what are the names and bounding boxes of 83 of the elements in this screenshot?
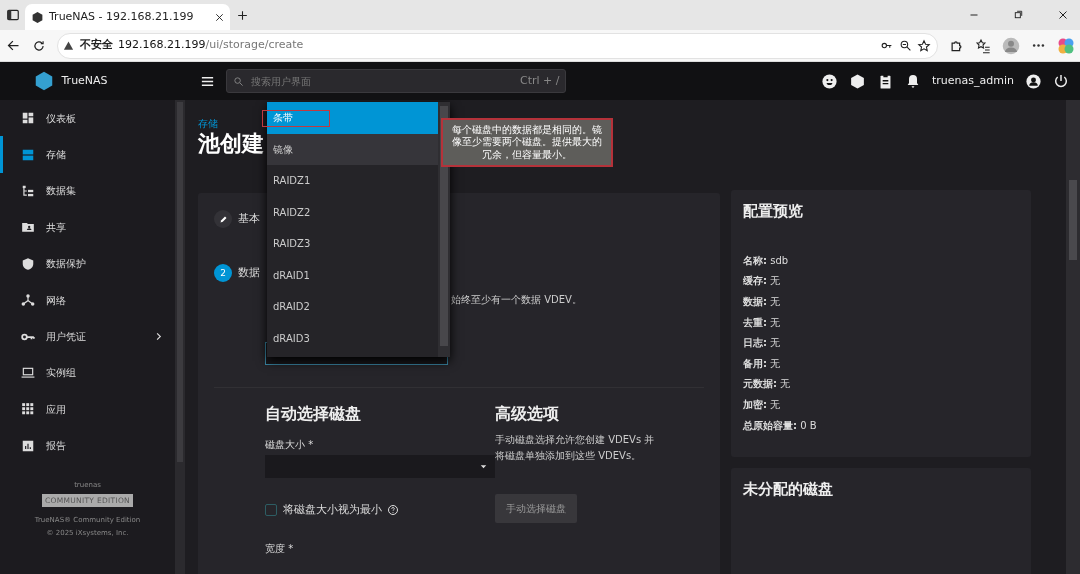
sidebar-item[interactable]: 用户凭证: [0, 318, 175, 355]
bell-icon[interactable]: [905, 73, 921, 89]
sidebar-item[interactable]: 仪表板: [0, 100, 175, 137]
dropdown-option[interactable]: 镜像: [267, 133, 438, 165]
section-title: 高级选项: [495, 403, 560, 426]
card-title: 配置预览: [743, 201, 804, 223]
dropdown-option[interactable]: RAIDZ3: [267, 228, 438, 260]
breadcrumb-link[interactable]: 存储: [198, 116, 218, 131]
browser-tab[interactable]: TrueNAS - 192.168.21.199: [25, 4, 230, 30]
preview-row-text: 名称: sdb: [743, 253, 790, 268]
favorites-icon[interactable]: [974, 37, 991, 54]
star-icon[interactable]: [917, 38, 931, 53]
logo-text: TrueNAS: [61, 72, 108, 89]
preview-row-text: 加密: 无: [743, 398, 782, 413]
preview-row-text: 元数据: 无: [743, 377, 792, 392]
preview-row-text: 备用: 无: [743, 356, 782, 371]
step-label[interactable]: 数据: [237, 265, 260, 282]
checkbox-label[interactable]: 将磁盘大小视为最小: [282, 502, 382, 519]
reload-icon[interactable]: [31, 38, 46, 53]
sidebar-item[interactable]: 实例组: [0, 354, 175, 392]
preview-row-text: 数据: 无: [743, 295, 782, 310]
url-text: 192.168.21.199/ui/storage/create: [118, 37, 304, 54]
restore-icon[interactable]: [1013, 9, 1024, 20]
close-icon[interactable]: [213, 11, 225, 23]
sidebar-toggle-icon[interactable]: [5, 8, 20, 22]
step-label[interactable]: 基本: [237, 211, 260, 228]
pencil-icon: [218, 214, 228, 224]
chart-icon: [21, 438, 35, 453]
puzzle-icon[interactable]: [948, 38, 964, 53]
grid-icon: [21, 402, 35, 417]
sidebar-item[interactable]: 数据保护: [0, 245, 175, 282]
smiley-icon[interactable]: [821, 72, 838, 90]
description-text: 手动磁盘选择允许您创建 VDEVs 并将磁盘单独添加到这些 VDEVs。: [495, 432, 655, 463]
highlight-frame: [262, 110, 330, 127]
sidebar-item[interactable]: 报告: [0, 427, 175, 464]
scrollbar-thumb[interactable]: [1069, 180, 1077, 260]
search-field[interactable]: 搜索用户界面 Ctrl + /: [226, 69, 566, 93]
close-icon[interactable]: [1057, 9, 1069, 21]
user-icon[interactable]: [1025, 72, 1042, 90]
shield-icon: [21, 256, 35, 271]
section-title: 自动选择磁盘: [265, 403, 362, 426]
sidebar-item[interactable]: 网络: [0, 281, 175, 319]
new-tab-icon[interactable]: [235, 8, 249, 22]
sidebar-item[interactable]: 应用: [0, 391, 175, 428]
zoom-icon[interactable]: [898, 39, 912, 52]
storage-icon: [21, 147, 35, 162]
field-label: 宽度 *: [265, 541, 295, 556]
laptop-icon: [21, 365, 35, 380]
network-icon: [21, 293, 35, 308]
warning-icon: [63, 40, 74, 51]
dropdown-option[interactable]: RAIDZ2: [267, 196, 438, 228]
tab-title: TrueNAS - 192.168.21.199: [49, 8, 195, 25]
security-label: 不安全: [79, 37, 113, 54]
sidebar-item[interactable]: 共享: [0, 209, 175, 246]
address-bar[interactable]: 不安全 192.168.21.199/ui/storage/create: [56, 32, 938, 59]
preview-row-text: 总原始容量: 0 B: [743, 418, 818, 433]
hint-text: 始终至少有一个数据 VDEV。: [451, 293, 583, 308]
dropdown-option[interactable]: dRAID2: [267, 291, 438, 323]
search-input[interactable]: 搜索用户界面: [249, 72, 515, 90]
folder-icon: [21, 220, 35, 235]
power-icon[interactable]: [1053, 73, 1069, 89]
flower-icon[interactable]: [1056, 36, 1075, 55]
preview-row-text: 日志: 无: [743, 336, 782, 351]
sidebar-item[interactable]: 数据集: [0, 172, 175, 210]
tree-icon: [21, 183, 35, 198]
preview-row-text: 去重: 无: [743, 315, 782, 330]
help-icon[interactable]: [387, 504, 399, 517]
dropdown-option[interactable]: RAIDZ1: [267, 165, 438, 197]
checkbox[interactable]: [265, 504, 277, 517]
back-icon[interactable]: [5, 38, 21, 53]
avatar-icon[interactable]: [1001, 36, 1020, 55]
field-label: 磁盘大小 *: [265, 438, 315, 453]
card-title: 未分配的磁盘: [743, 479, 834, 501]
dropdown-option[interactable]: dRAID3: [267, 322, 438, 354]
preview-row-text: 缓存: 无: [743, 274, 782, 289]
step-number: 2: [214, 264, 232, 283]
dropdown-option[interactable]: dRAID1: [267, 259, 438, 291]
dashboard-icon: [21, 111, 35, 126]
shortcut-hint: Ctrl + /: [520, 72, 560, 89]
search-icon: [232, 75, 244, 87]
tooltip: 每个磁盘中的数据都是相同的。镜像至少需要两个磁盘。提供最大的冗余，但容量最小。: [443, 120, 611, 166]
page-title: 池创建: [198, 131, 264, 158]
username[interactable]: truenas_admin: [932, 72, 1014, 90]
